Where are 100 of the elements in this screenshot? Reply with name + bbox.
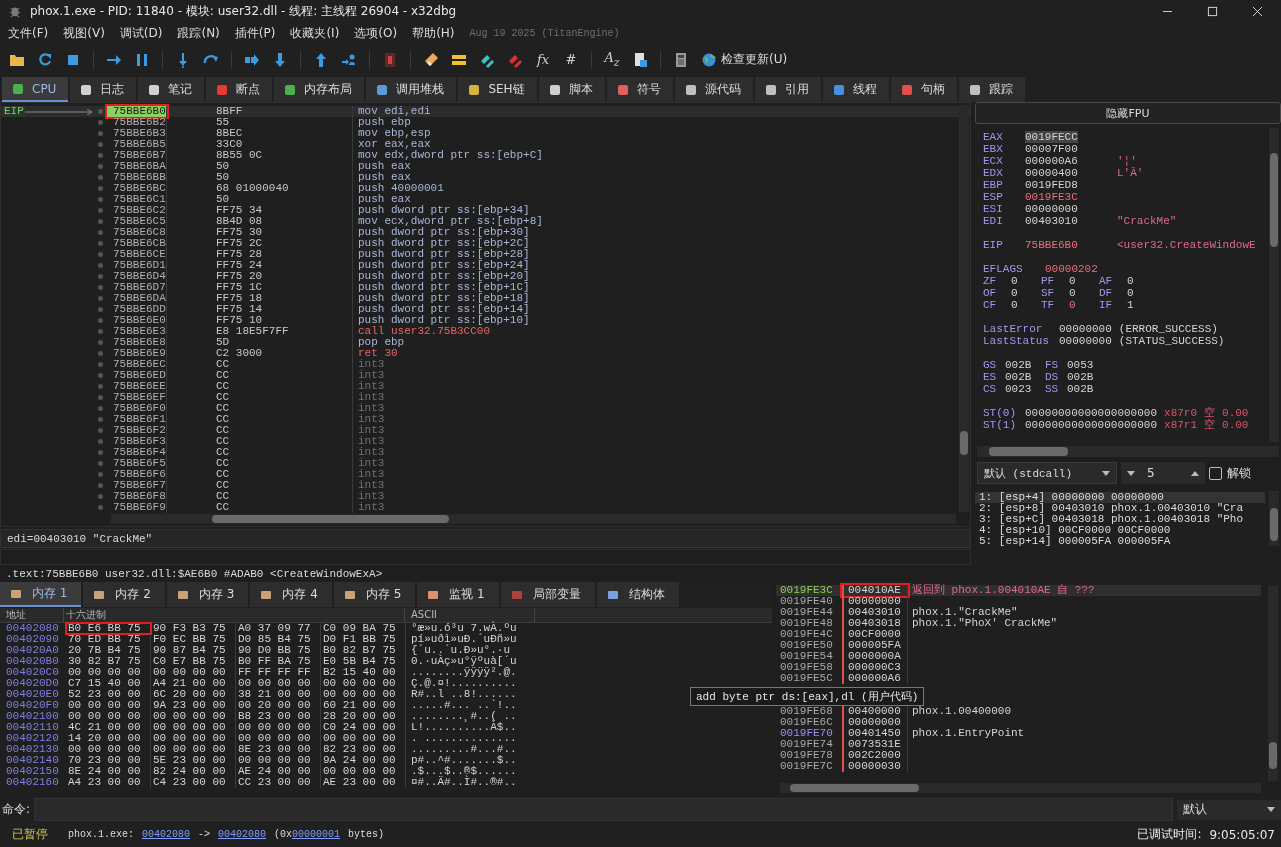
scrollbar[interactable]: [959, 105, 969, 512]
menu-item[interactable]: 收藏夹(I): [290, 25, 340, 42]
unlock-checkbox[interactable]: [1209, 466, 1222, 480]
argument-line[interactable]: 3: [esp+C] 00403018 phox.1.00403018 "Pho: [975, 514, 1265, 525]
scrollbar[interactable]: [111, 514, 956, 524]
argument-line[interactable]: 5: [esp+14] 000005FA 000005FA: [975, 536, 1265, 547]
scrollbar[interactable]: [1268, 586, 1278, 781]
calculator-icon[interactable]: [673, 51, 689, 68]
tab[interactable]: 引用: [754, 77, 821, 102]
pause-icon[interactable]: [134, 51, 150, 68]
block-icon[interactable]: [382, 51, 398, 68]
tab[interactable]: 局部变量: [500, 582, 595, 607]
tab[interactable]: 源代码: [674, 77, 753, 102]
hex-cell: 70 23 00 00: [66, 755, 151, 766]
hex-cell: 38 21 00 00: [236, 689, 321, 700]
tab[interactable]: SEH链: [458, 77, 537, 102]
menu-item[interactable]: 插件(P): [234, 25, 276, 42]
mode-dropdown[interactable]: 默认: [1177, 799, 1281, 820]
flag-value[interactable]: 0: [1011, 275, 1018, 287]
hex-cell: 14 20 00 00: [66, 733, 151, 744]
address-cell-text: 0019FE3C: [779, 585, 834, 596]
menu-item[interactable]: 选项(O): [354, 25, 398, 42]
size-link[interactable]: 00000001: [292, 829, 341, 840]
flag-value[interactable]: 0: [1069, 299, 1076, 311]
segment-name: DS: [1045, 371, 1060, 383]
instruction-cell-text: push dword ptr ss:[ebp+30]: [357, 227, 530, 238]
tab[interactable]: 内存 4: [250, 582, 332, 607]
register-value[interactable]: 75BBE6B0: [1025, 239, 1117, 251]
count-spinbox[interactable]: 5: [1121, 462, 1205, 484]
dot-icon: [98, 439, 103, 444]
convention-dropdown[interactable]: 默认 (stdcall): [977, 462, 1117, 484]
toolbar-button[interactable]: #: [563, 52, 579, 67]
argument-line[interactable]: 2: [esp+8] 00403010 phox.1.00403010 "Cra: [975, 503, 1265, 514]
argument-line[interactable]: 4: [esp+10] 00CF0000 00CF0000: [975, 525, 1265, 536]
scrollbar[interactable]: [780, 783, 1261, 793]
dot-icon: [98, 340, 103, 345]
flag-value[interactable]: 0: [1069, 275, 1076, 287]
address-cell: 75BBE6F6: [107, 469, 167, 480]
square-icon: [284, 83, 297, 96]
bytes-cell: 33C0: [176, 139, 353, 150]
tab[interactable]: 日志: [70, 77, 137, 102]
close-icon[interactable]: [1252, 5, 1263, 17]
flag-value[interactable]: 0: [1069, 287, 1076, 299]
square-icon: [764, 83, 777, 96]
restart-icon[interactable]: [37, 51, 53, 68]
tab[interactable]: 笔记: [138, 77, 205, 102]
toolbar-button[interactable]: A$_{z}$: [604, 50, 620, 69]
comment-cell-text: phox.1.EntryPoint: [911, 728, 1025, 739]
address-link[interactable]: 00402080: [142, 829, 191, 840]
ascii-cell-text: pí»uðì»uÐ.´uÐñ»u: [410, 634, 518, 645]
dot-icon: [98, 208, 103, 213]
flag-value[interactable]: 1: [1127, 299, 1134, 311]
tab[interactable]: 内存 5: [333, 582, 416, 607]
register-value[interactable]: 0019FECC: [1025, 131, 1078, 143]
tab[interactable]: 线程: [822, 77, 889, 102]
tab[interactable]: 断点: [206, 77, 273, 102]
menu-item[interactable]: 调试(D): [119, 25, 163, 42]
tab[interactable]: 句柄: [890, 77, 957, 102]
eraser-icon[interactable]: [423, 51, 439, 68]
document-icon[interactable]: [632, 51, 648, 68]
register-value[interactable]: 0019FE3C: [1025, 191, 1117, 203]
register-value[interactable]: 00000400: [1025, 167, 1117, 179]
flag-value[interactable]: 0: [1127, 275, 1134, 287]
scrollbar[interactable]: [1269, 491, 1279, 546]
flag-value[interactable]: 0: [1127, 287, 1134, 299]
menu-item[interactable]: 文件(F): [8, 25, 49, 42]
tab[interactable]: 符号: [606, 77, 673, 102]
hide-fpu-button[interactable]: 隐藏FPU: [975, 102, 1281, 124]
register-value[interactable]: 0019FED8: [1025, 179, 1117, 191]
tab[interactable]: CPU: [2, 77, 69, 102]
dot-icon: [98, 241, 103, 246]
tab[interactable]: 内存 2: [83, 582, 165, 607]
check-update-button[interactable]: 检查更新(U): [701, 51, 788, 68]
tab[interactable]: 内存 3: [166, 582, 249, 607]
tab[interactable]: 结构体: [596, 582, 679, 607]
instruction-cell-text: push dword ptr ss:[ebp+28]: [357, 249, 530, 260]
flag-value[interactable]: 0: [1011, 287, 1018, 299]
register-value[interactable]: 00000202: [1045, 263, 1137, 275]
tab[interactable]: 内存布局: [274, 77, 365, 102]
flag-value[interactable]: 0: [1011, 299, 1018, 311]
toolbar-button[interactable]: fx: [535, 52, 551, 67]
register-value[interactable]: 000000A6: [1025, 155, 1117, 167]
menu-item[interactable]: 帮助(H): [412, 25, 455, 42]
tab[interactable]: 脚本: [538, 77, 605, 102]
scrollbar[interactable]: [977, 446, 1279, 457]
tab[interactable]: 监视 1: [417, 582, 499, 607]
eip-label: EIP: [3, 106, 25, 117]
tab[interactable]: 跟踪: [958, 77, 1025, 102]
menu-item[interactable]: 跟踪(N): [177, 25, 220, 42]
down-arrow-icon[interactable]: [272, 51, 288, 68]
menu-item[interactable]: 视图(V): [63, 25, 105, 42]
up-arrow-icon[interactable]: [313, 51, 329, 68]
address-link[interactable]: 00402080: [218, 829, 267, 840]
tab[interactable]: 调用堆栈: [366, 77, 457, 102]
maximize-icon[interactable]: [1207, 5, 1218, 17]
scrollbar[interactable]: [1269, 128, 1279, 442]
register-value[interactable]: 00403010: [1025, 215, 1117, 227]
tab[interactable]: 内存 1: [0, 582, 82, 607]
register-value[interactable]: 00007F00: [1025, 143, 1117, 155]
register-value[interactable]: 00000000: [1025, 203, 1117, 215]
